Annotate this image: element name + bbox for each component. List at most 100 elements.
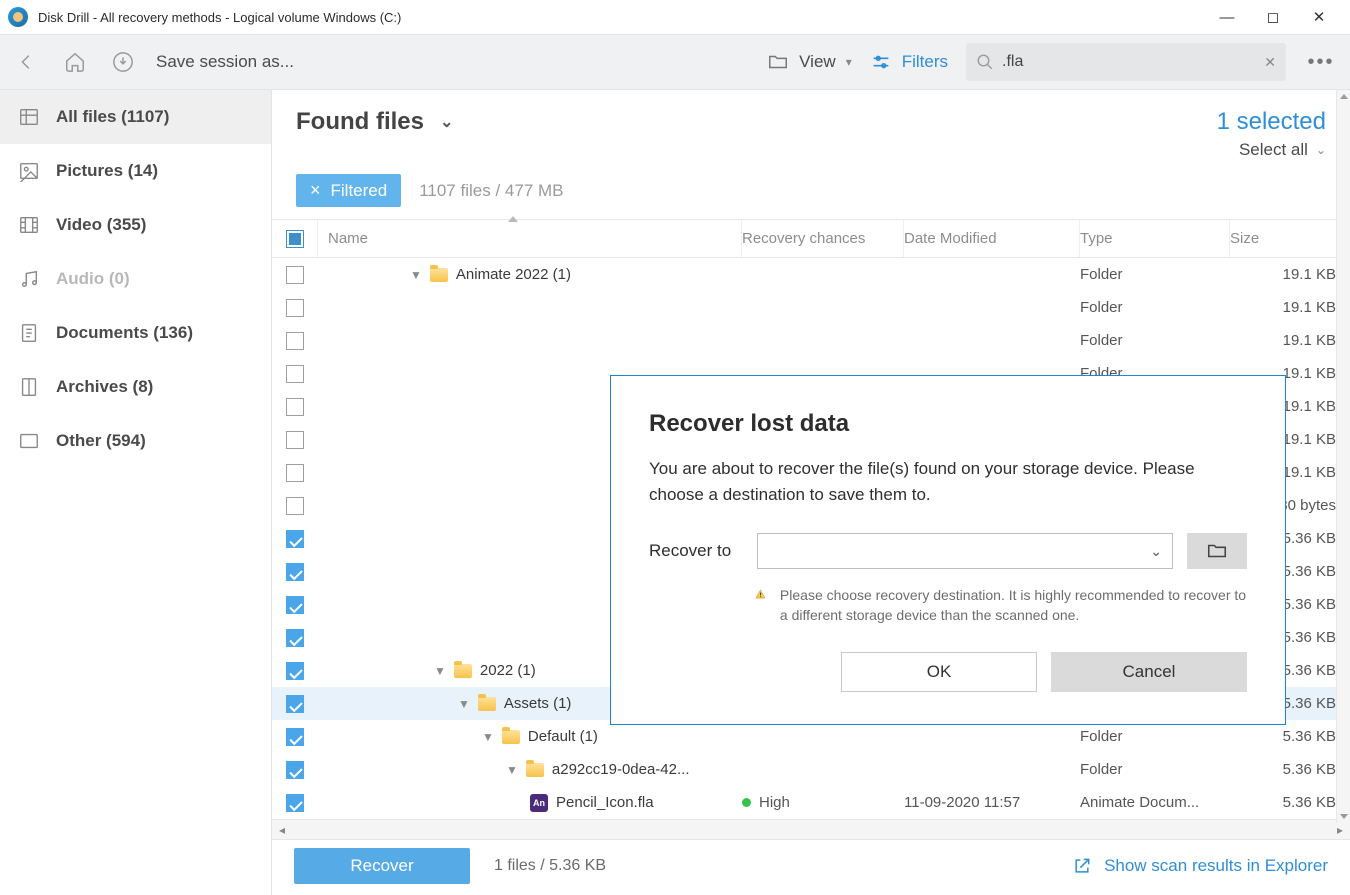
row-checkbox[interactable] [286,596,304,614]
row-checkbox[interactable] [286,728,304,746]
column-date[interactable]: Date Modified [904,220,1080,257]
row-checkbox[interactable] [286,497,304,515]
row-checkbox[interactable] [286,662,304,680]
row-checkbox[interactable] [286,629,304,647]
horizontal-scrollbar[interactable]: ◂ ▸ [272,819,1350,839]
expand-arrow-icon[interactable]: ▼ [434,664,446,678]
folder-icon [526,763,544,777]
dialog-title: Recover lost data [649,410,1247,438]
row-checkbox[interactable] [286,266,304,284]
footer: Recover 1 files / 5.36 KB Show scan resu… [272,839,1350,891]
sidebar-item-2[interactable]: Video (355) [0,198,271,252]
expand-arrow-icon[interactable]: ▼ [458,697,470,711]
column-size[interactable]: Size [1230,220,1350,257]
sidebar-item-label: Other (594) [56,431,146,451]
found-files-dropdown[interactable]: Found files ⌄ [296,108,453,136]
search-box[interactable]: ✕ [966,43,1286,81]
warning-icon [755,585,766,603]
expand-arrow-icon[interactable]: ▼ [410,268,422,282]
show-in-explorer-link[interactable]: Show scan results in Explorer [1072,856,1328,876]
sidebar-item-6[interactable]: Other (594) [0,414,271,468]
row-name: a292cc19-0dea-42... [552,761,690,778]
column-type[interactable]: Type [1080,220,1230,257]
folder-icon [478,697,496,711]
more-icon[interactable]: ••• [1304,51,1338,74]
download-icon[interactable] [108,47,138,77]
ok-button[interactable]: OK [841,652,1037,692]
row-checkbox[interactable] [286,431,304,449]
row-recovery: High [759,794,790,811]
row-checkbox[interactable] [286,761,304,779]
arch-icon [18,376,40,398]
table-row[interactable]: Folder19.1 KB [272,291,1350,324]
table-row[interactable]: AnPencil_Icon.flaHigh11-09-2020 11:57Ani… [272,786,1350,819]
external-link-icon [1072,856,1092,876]
sidebar-item-4[interactable]: Documents (136) [0,306,271,360]
sidebar: All files (1107) Pictures (14)Video (355)… [0,90,272,895]
row-name: Animate 2022 (1) [456,266,571,283]
row-checkbox[interactable] [286,794,304,812]
row-checkbox[interactable] [286,563,304,581]
scroll-left-icon[interactable]: ◂ [272,823,292,837]
filters-label: Filters [902,52,948,72]
row-date: 11-09-2020 11:57 [904,794,1080,811]
expand-arrow-icon[interactable]: ▼ [506,763,518,777]
folder-icon [454,664,472,678]
filter-chip[interactable]: × Filtered [296,174,401,207]
sidebar-item-label: All files (1107) [56,107,169,127]
row-name: Pencil_Icon.fla [556,794,654,811]
table-row[interactable]: ▼a292cc19-0dea-42...Folder5.36 KB [272,753,1350,786]
row-checkbox[interactable] [286,299,304,317]
back-icon[interactable] [12,47,42,77]
row-checkbox[interactable] [286,332,304,350]
table-row[interactable]: Folder19.1 KB [272,324,1350,357]
music-icon [18,268,40,290]
chevron-down-icon: ⌄ [1150,543,1162,560]
home-icon[interactable] [60,47,90,77]
row-checkbox[interactable] [286,398,304,416]
row-checkbox[interactable] [286,695,304,713]
row-checkbox[interactable] [286,464,304,482]
row-checkbox[interactable] [286,365,304,383]
search-input[interactable] [1002,53,1256,71]
clear-search-icon[interactable]: ✕ [1264,54,1276,71]
select-all-button[interactable]: Select all ⌄ [1217,140,1326,160]
row-checkbox[interactable] [286,530,304,548]
sidebar-item-5[interactable]: Archives (8) [0,360,271,414]
table-row[interactable]: ▼Default (1)Folder5.36 KB [272,720,1350,753]
recover-to-select[interactable]: ⌄ [757,533,1173,569]
maximize-button[interactable]: ◻ [1250,0,1296,34]
titlebar: Disk Drill - All recovery methods - Logi… [0,0,1350,34]
table-row[interactable]: ▼Animate 2022 (1)Folder19.1 KB [272,258,1350,291]
row-size: 19.1 KB [1230,266,1350,283]
close-icon[interactable]: × [310,180,321,201]
row-size: 5.36 KB [1230,728,1350,745]
view-button[interactable]: View ▾ [767,51,852,73]
chevron-down-icon: ▾ [846,55,852,69]
cancel-button[interactable]: Cancel [1051,652,1247,692]
recover-button[interactable]: Recover [294,848,470,884]
content: Found files ⌄ 1 selected Select all ⌄ × … [272,90,1350,895]
animate-file-icon: An [530,794,548,812]
sidebar-item-1[interactable]: Pictures (14) [0,144,271,198]
browse-button[interactable] [1187,533,1247,569]
toolbar: Save session as... View ▾ Filters ✕ ••• [0,34,1350,90]
minimize-button[interactable]: — [1204,0,1250,34]
other-icon [18,430,40,452]
header-checkbox[interactable] [286,230,304,248]
save-session-button[interactable]: Save session as... [156,52,294,72]
filters-button[interactable]: Filters [870,51,948,73]
expand-arrow-icon[interactable]: ▼ [482,730,494,744]
sidebar-item-3[interactable]: Audio (0) [0,252,271,306]
view-label: View [799,52,836,72]
sidebar-item-0[interactable]: All files (1107) [0,90,271,144]
column-recovery[interactable]: Recovery chances [742,220,904,257]
window-controls: — ◻ ✕ [1204,0,1342,34]
doc-icon [18,322,40,344]
image-icon [18,160,40,182]
scroll-right-icon[interactable]: ▸ [1330,823,1350,837]
close-button[interactable]: ✕ [1296,0,1342,34]
column-name[interactable]: Name [318,220,742,257]
row-name: Assets (1) [504,695,572,712]
vertical-scrollbar[interactable] [1336,90,1350,823]
